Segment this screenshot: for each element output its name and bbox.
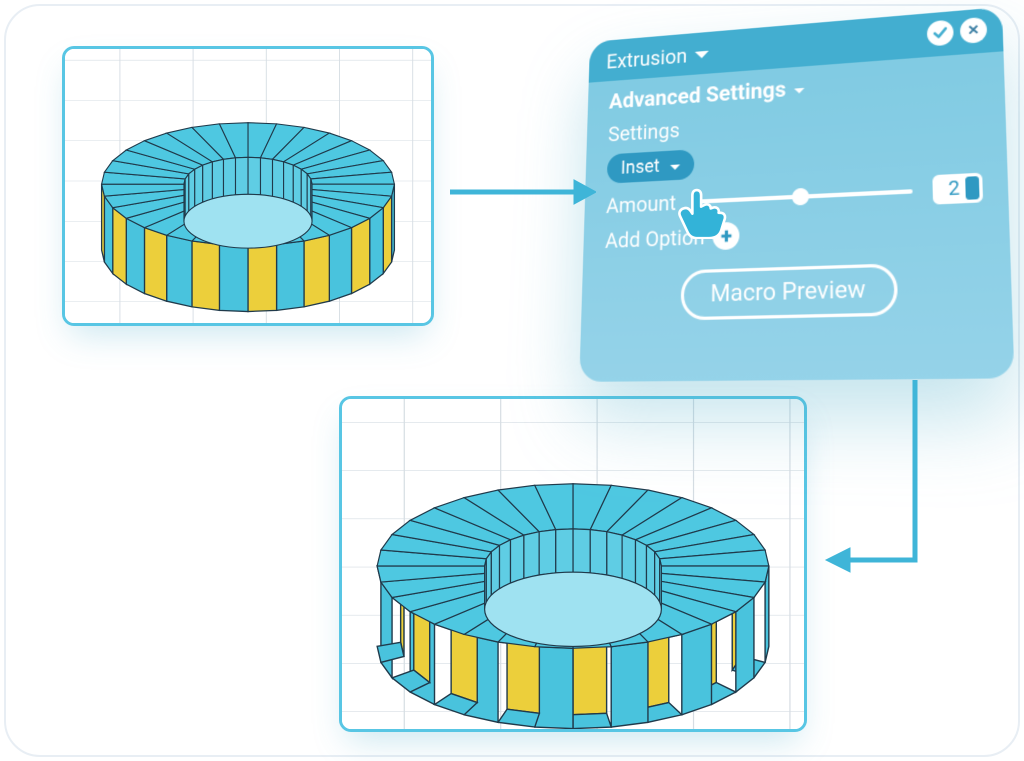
inset-dropdown[interactable]: Inset bbox=[607, 149, 694, 183]
extrusion-panel: Extrusion Advanced Settings Settings Ins… bbox=[590, 42, 990, 432]
slider-thumb[interactable] bbox=[792, 187, 809, 205]
viewport-after bbox=[339, 396, 807, 732]
flow-arrow-2 bbox=[820, 380, 940, 600]
amount-value: 2 bbox=[948, 177, 960, 201]
collapse-icon bbox=[695, 51, 709, 66]
chevron-down-icon bbox=[794, 88, 804, 99]
cursor-pointer-icon bbox=[674, 183, 730, 239]
amount-stepper[interactable]: 2 bbox=[932, 173, 983, 205]
inset-dropdown-value: Inset bbox=[621, 155, 660, 178]
flow-arrow-1 bbox=[446, 172, 596, 212]
macro-preview-button[interactable]: Macro Preview bbox=[680, 263, 898, 320]
close-button[interactable] bbox=[960, 17, 988, 44]
chevron-down-icon bbox=[670, 164, 680, 175]
panel-title-text: Extrusion bbox=[606, 44, 687, 74]
amount-label: Amount bbox=[606, 190, 676, 218]
advanced-settings-header[interactable]: Advanced Settings bbox=[609, 78, 786, 115]
viewport-before bbox=[62, 46, 434, 326]
apply-button[interactable] bbox=[927, 19, 954, 46]
